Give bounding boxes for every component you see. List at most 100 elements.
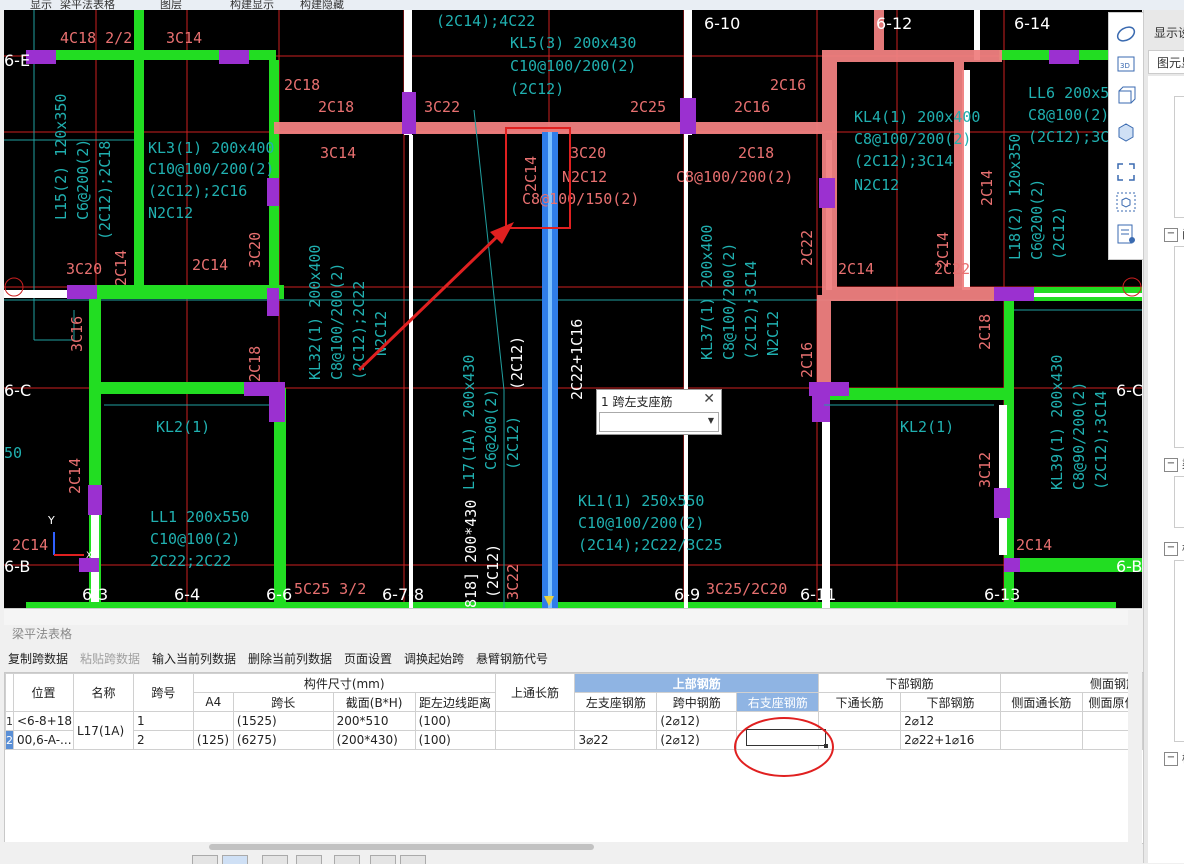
axis-label: 6-6 xyxy=(266,585,292,604)
cell-edge[interactable]: (100) xyxy=(414,730,496,750)
table-row[interactable]: 1 <6-8+18 L17(1A) 1 (1525) 200*510 (100)… xyxy=(5,711,1144,750)
rebar-annot: 5C25 3/2 xyxy=(294,580,366,598)
cell-bottom-rebar[interactable]: 2⌀22+1⌀16 xyxy=(900,730,1001,750)
title-fragment: 图层 xyxy=(160,0,182,10)
cell-bottom-through[interactable] xyxy=(818,711,902,731)
cell-span[interactable]: 2 xyxy=(132,730,194,750)
title-fragment: 显示 xyxy=(30,0,52,10)
collapse-toggle[interactable]: − xyxy=(1164,228,1178,242)
beam-annot: 2C22+1C16 xyxy=(568,319,586,400)
cell-section[interactable]: 200*510 xyxy=(332,711,416,731)
rebar-annot: 3C20 xyxy=(66,260,102,278)
cell-mid-rebar[interactable]: (2⌀12) xyxy=(656,711,738,731)
box-icon[interactable] xyxy=(1115,85,1137,107)
beam-annot: (2C12);3C14 xyxy=(1092,391,1110,490)
rebar-annot: 2C18 xyxy=(246,346,264,382)
copy-span-button[interactable]: 复制跨数据 xyxy=(8,650,68,667)
scrollbar-thumb[interactable] xyxy=(209,844,594,850)
cube-icon[interactable] xyxy=(1115,121,1137,143)
close-icon[interactable]: ✕ xyxy=(703,391,715,407)
zoom-frame-icon[interactable] xyxy=(1115,161,1137,183)
swap-start-span-button[interactable]: 调换起始跨 xyxy=(404,650,464,667)
axis-label: 6-9 xyxy=(674,585,700,604)
axis-label: 6-C xyxy=(4,381,31,400)
ellipse-view-icon[interactable] xyxy=(1115,23,1137,45)
cell-a4[interactable]: (125) xyxy=(192,730,234,750)
beam-annot: C8@100(2) xyxy=(1028,106,1109,124)
rebar-annot: 3C22 xyxy=(424,98,460,116)
collapse-toggle[interactable]: − xyxy=(1164,752,1178,766)
beam-annot: C6@200(2) xyxy=(74,139,92,220)
cell-top-through[interactable] xyxy=(494,730,576,750)
rebar-annot: 2C14 xyxy=(192,256,228,274)
settings-box xyxy=(1174,96,1184,218)
paste-span-button[interactable]: 粘贴跨数据 xyxy=(80,650,140,667)
beam-table-grid: 位置 名称 跨号 构件尺寸(mm) 上通长筋 上部钢筋 下部钢筋 侧面钢筋 A4… xyxy=(4,672,1144,844)
table-row[interactable]: 2 00,6-A-... 2 (125) (6275) (200*430) (1… xyxy=(5,730,1144,750)
cell-span-len[interactable]: (6275) xyxy=(232,730,334,750)
beam-annot: KL5(3) 200x430 xyxy=(510,34,636,52)
col-header: 名称 xyxy=(72,673,134,712)
title-fragment: 构建隐藏 xyxy=(300,0,344,10)
ucs-y-label: Y xyxy=(47,514,55,527)
cell-side-through[interactable] xyxy=(999,711,1083,731)
3d-icon[interactable]: 3D xyxy=(1115,53,1137,75)
chevron-down-icon[interactable]: ▼ xyxy=(708,416,714,425)
col-header: 跨号 xyxy=(132,673,194,712)
cell-bottom-rebar[interactable]: 2⌀12 xyxy=(900,711,1001,731)
collapse-toggle[interactable]: − xyxy=(1164,542,1178,556)
cell-section[interactable]: (200*430) xyxy=(332,730,416,750)
annotation-circle xyxy=(734,717,834,777)
beam-annot: LL6 200x55 xyxy=(1028,84,1118,102)
rebar-annot: 3C20 xyxy=(570,144,606,162)
settings-box xyxy=(1174,246,1184,448)
horizontal-scrollbar[interactable] xyxy=(4,842,1142,852)
rebar-annot: 2C14 xyxy=(978,170,996,206)
shield-cube-icon[interactable] xyxy=(1115,191,1137,213)
rebar-annot: 3C14 xyxy=(320,144,356,162)
axis-label: 6-4 xyxy=(174,585,200,604)
collapse-toggle[interactable]: − xyxy=(1164,458,1178,472)
cell-top-through[interactable] xyxy=(494,711,576,731)
cell-side-through[interactable] xyxy=(999,730,1083,750)
cell-left-support[interactable]: 3⌀22 xyxy=(574,730,658,750)
cell-edge[interactable]: (100) xyxy=(414,711,496,731)
delete-column-button[interactable]: 删除当前列数据 xyxy=(248,650,332,667)
col-header: 下部钢筋 xyxy=(900,692,1001,712)
beam-annot: (2C12) xyxy=(508,336,526,390)
cell-position[interactable]: <6-8+18 xyxy=(13,711,74,731)
beam-annot: L18(2) 120x350 xyxy=(1006,134,1024,260)
beam-annot: N2C12 xyxy=(854,176,899,194)
axis-label: 6-7-8 xyxy=(382,585,424,604)
rebar-annot: 3C22 xyxy=(504,564,522,600)
axis-label: 6-B xyxy=(1116,557,1142,576)
cell-mid-rebar[interactable]: (2⌀12) xyxy=(656,730,738,750)
rebar-annot: 3C20 xyxy=(246,232,264,268)
beam-annot: KL37(1) 200x400 xyxy=(698,225,716,360)
settings-box xyxy=(1174,560,1184,742)
cell-span-len[interactable]: (1525) xyxy=(232,711,334,731)
beam-annot: (2C14);4C22 xyxy=(436,12,535,30)
axis-label: 6-3 xyxy=(82,585,108,604)
cad-viewport[interactable]: Y X 6-10 6-12 6-14 6-E 6-C 6-C 6-B 6-B 6… xyxy=(4,10,1142,608)
cantilever-code-button[interactable]: 悬臂钢筋代号 xyxy=(476,650,548,667)
vertical-scrollbar[interactable] xyxy=(1128,610,1142,842)
col-header: 位置 xyxy=(13,673,74,712)
beam-annot: KL1(1) 250x550 xyxy=(578,492,704,510)
page-setup-button[interactable]: 页面设置 xyxy=(344,650,392,667)
tab-element-display[interactable]: 图元显 xyxy=(1148,50,1184,74)
cell-span[interactable]: 1 xyxy=(132,711,194,731)
popup-select[interactable]: ▼ xyxy=(599,412,719,432)
input-column-button[interactable]: 输入当前列数据 xyxy=(152,650,236,667)
rebar-annot: 2C18 xyxy=(284,76,320,94)
beam-annot: C10@100/200(2) xyxy=(578,514,704,532)
cell-a4[interactable] xyxy=(192,711,234,731)
beam-annot: C8@100/200(2) xyxy=(720,243,738,360)
svg-text:3D: 3D xyxy=(1120,62,1130,70)
cell-position[interactable]: 00,6-A-... xyxy=(13,730,74,750)
beam-annot: N2C12 xyxy=(764,311,782,356)
rebar-annot: 4C18 2/2 xyxy=(60,29,132,47)
properties-icon[interactable] xyxy=(1115,223,1137,245)
cell-left-support[interactable] xyxy=(574,711,658,731)
cell-name[interactable]: L17(1A) xyxy=(72,711,134,750)
